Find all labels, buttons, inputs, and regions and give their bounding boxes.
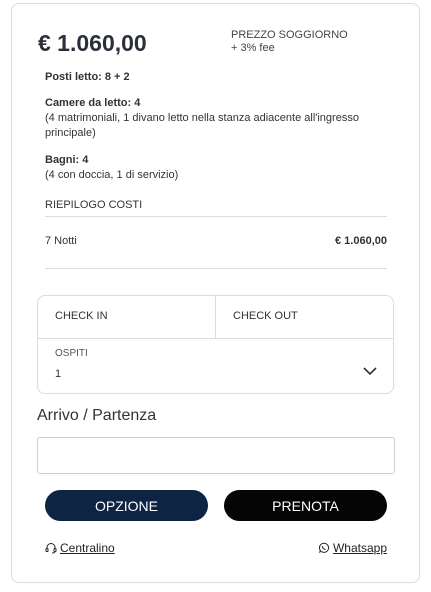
whatsapp-link[interactable]: Whatsapp xyxy=(318,541,387,555)
guests-label: OSPITI xyxy=(55,348,88,359)
bathrooms-info: Bagni: 4 (4 con doccia, 1 di servizio) xyxy=(45,153,178,183)
checkin-field[interactable]: CHECK IN xyxy=(55,310,108,322)
guests-select[interactable]: 1 xyxy=(55,368,61,380)
arrival-departure-input[interactable] xyxy=(37,437,395,474)
price-label: PREZZO SOGGIORNO + 3% fee xyxy=(231,29,348,55)
divider xyxy=(38,338,393,339)
booking-widget: CHECK IN CHECK OUT OSPITI 1 xyxy=(37,295,394,394)
bathrooms-detail: (4 con doccia, 1 di servizio) xyxy=(45,169,179,181)
price-label-fee: + 3% fee xyxy=(231,42,275,54)
centralino-link[interactable]: Centralino xyxy=(45,541,115,555)
bedrooms-title: Camere da letto: 4 xyxy=(45,97,141,109)
book-button[interactable]: PRENOTA xyxy=(224,490,387,521)
divider xyxy=(215,296,216,338)
price-label-title: PREZZO SOGGIORNO xyxy=(231,29,348,41)
option-button[interactable]: OPZIONE xyxy=(45,490,208,521)
bedrooms-detail: (4 matrimoniali, 1 divano letto nella st… xyxy=(45,112,359,139)
cost-summary-title: RIEPILOGO COSTI xyxy=(45,199,143,211)
whatsapp-icon xyxy=(318,542,330,554)
divider xyxy=(45,216,387,217)
price-amount: € 1.060,00 xyxy=(38,30,147,56)
chevron-down-icon[interactable] xyxy=(363,366,377,376)
cost-row-value: € 1.060,00 xyxy=(335,235,387,247)
arrival-label: Arrivo / Partenza xyxy=(37,407,157,424)
headset-icon xyxy=(45,542,57,554)
beds-info: Posti letto: 8 + 2 xyxy=(45,70,130,85)
checkout-field[interactable]: CHECK OUT xyxy=(233,310,298,322)
divider xyxy=(45,268,387,269)
bedrooms-info: Camere da letto: 4 (4 matrimoniali, 1 di… xyxy=(45,96,390,141)
beds-text: Posti letto: 8 + 2 xyxy=(45,71,130,83)
cost-row-label: 7 Notti xyxy=(45,235,77,247)
whatsapp-label: Whatsapp xyxy=(332,541,387,555)
centralino-label: Centralino xyxy=(60,541,115,555)
bathrooms-title: Bagni: 4 xyxy=(45,154,89,166)
